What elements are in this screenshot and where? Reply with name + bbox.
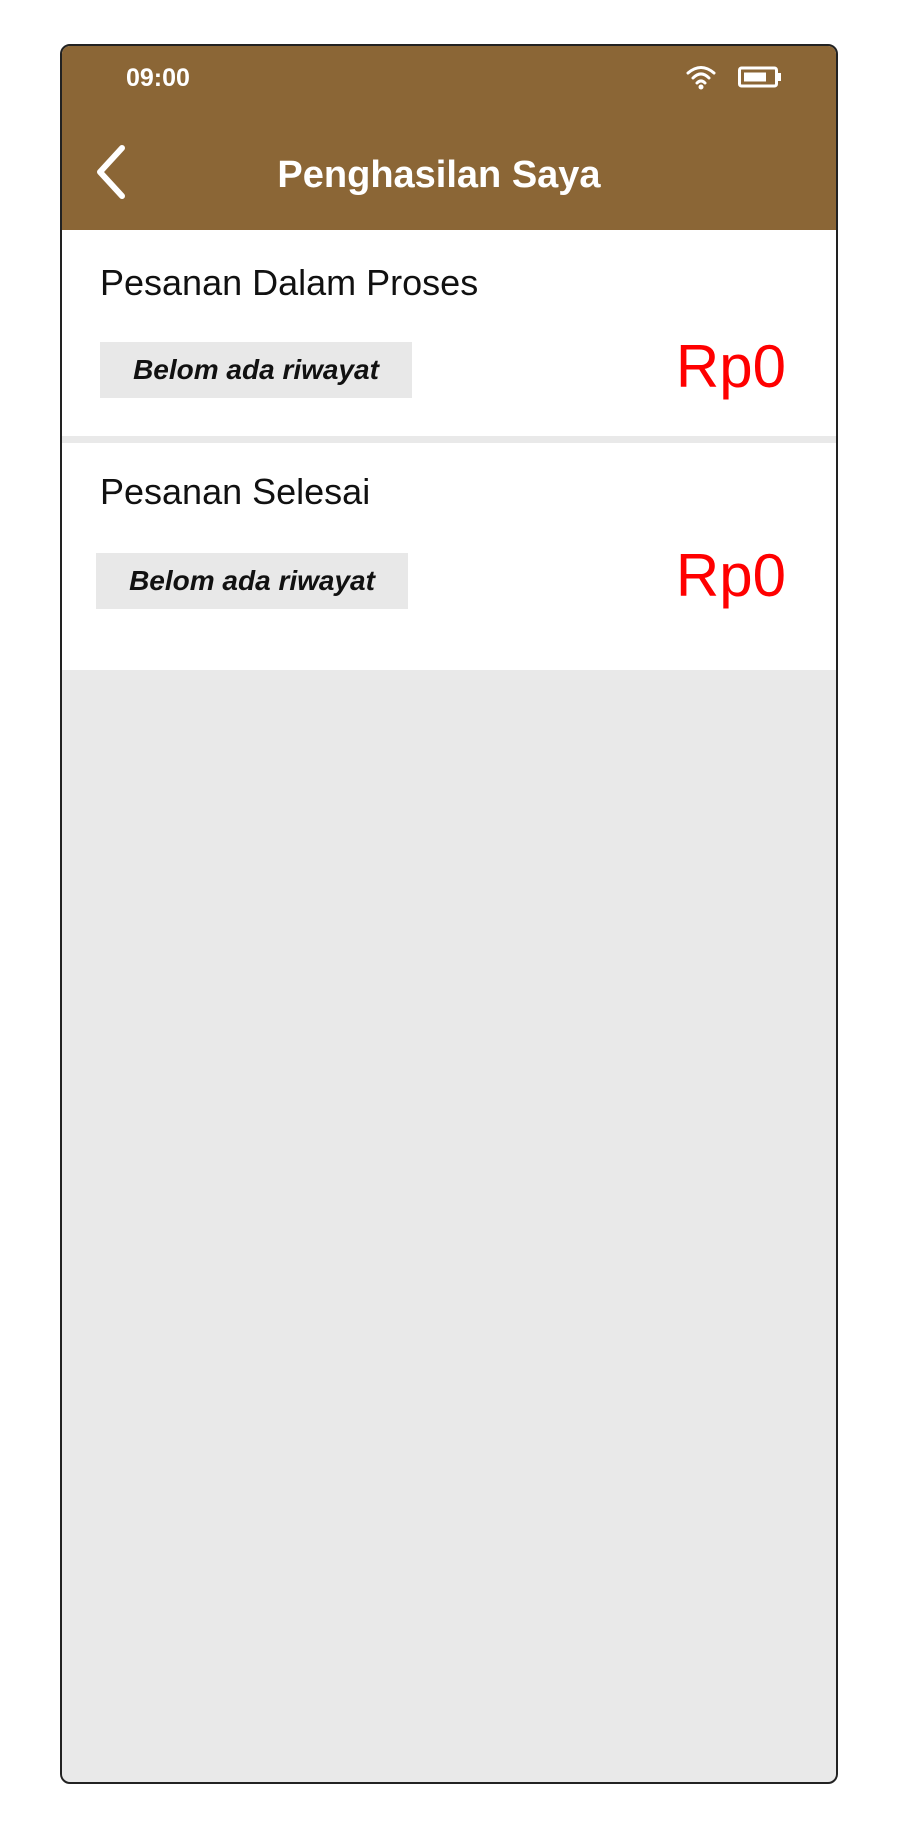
amount-value: Rp0: [675, 333, 786, 400]
page-title-text: Penghasilan Saya: [277, 154, 601, 196]
battery-icon: [738, 66, 781, 88]
status-time: 09:00: [126, 64, 190, 92]
section-title: Pesanan Selesai: [100, 471, 371, 512]
phone-frame: 09:00 Penghasilan Saya Pesanan Dalam Pro…: [60, 44, 838, 1784]
history-badge: Belom ada riwayat: [100, 342, 412, 398]
section-title: Pesanan Dalam Proses: [100, 262, 479, 303]
section-orders-in-process: Pesanan Dalam Proses Belom ada riwayat R…: [62, 230, 836, 436]
history-badge: Belom ada riwayat: [96, 553, 408, 609]
app-header: 09:00 Penghasilan Saya: [62, 46, 836, 230]
amount-value: Rp0: [675, 542, 786, 609]
wifi-icon: [686, 66, 716, 90]
section-orders-completed: Pesanan Selesai Belom ada riwayat Rp0: [62, 443, 836, 670]
page-title: Penghasilan Saya: [62, 154, 836, 197]
